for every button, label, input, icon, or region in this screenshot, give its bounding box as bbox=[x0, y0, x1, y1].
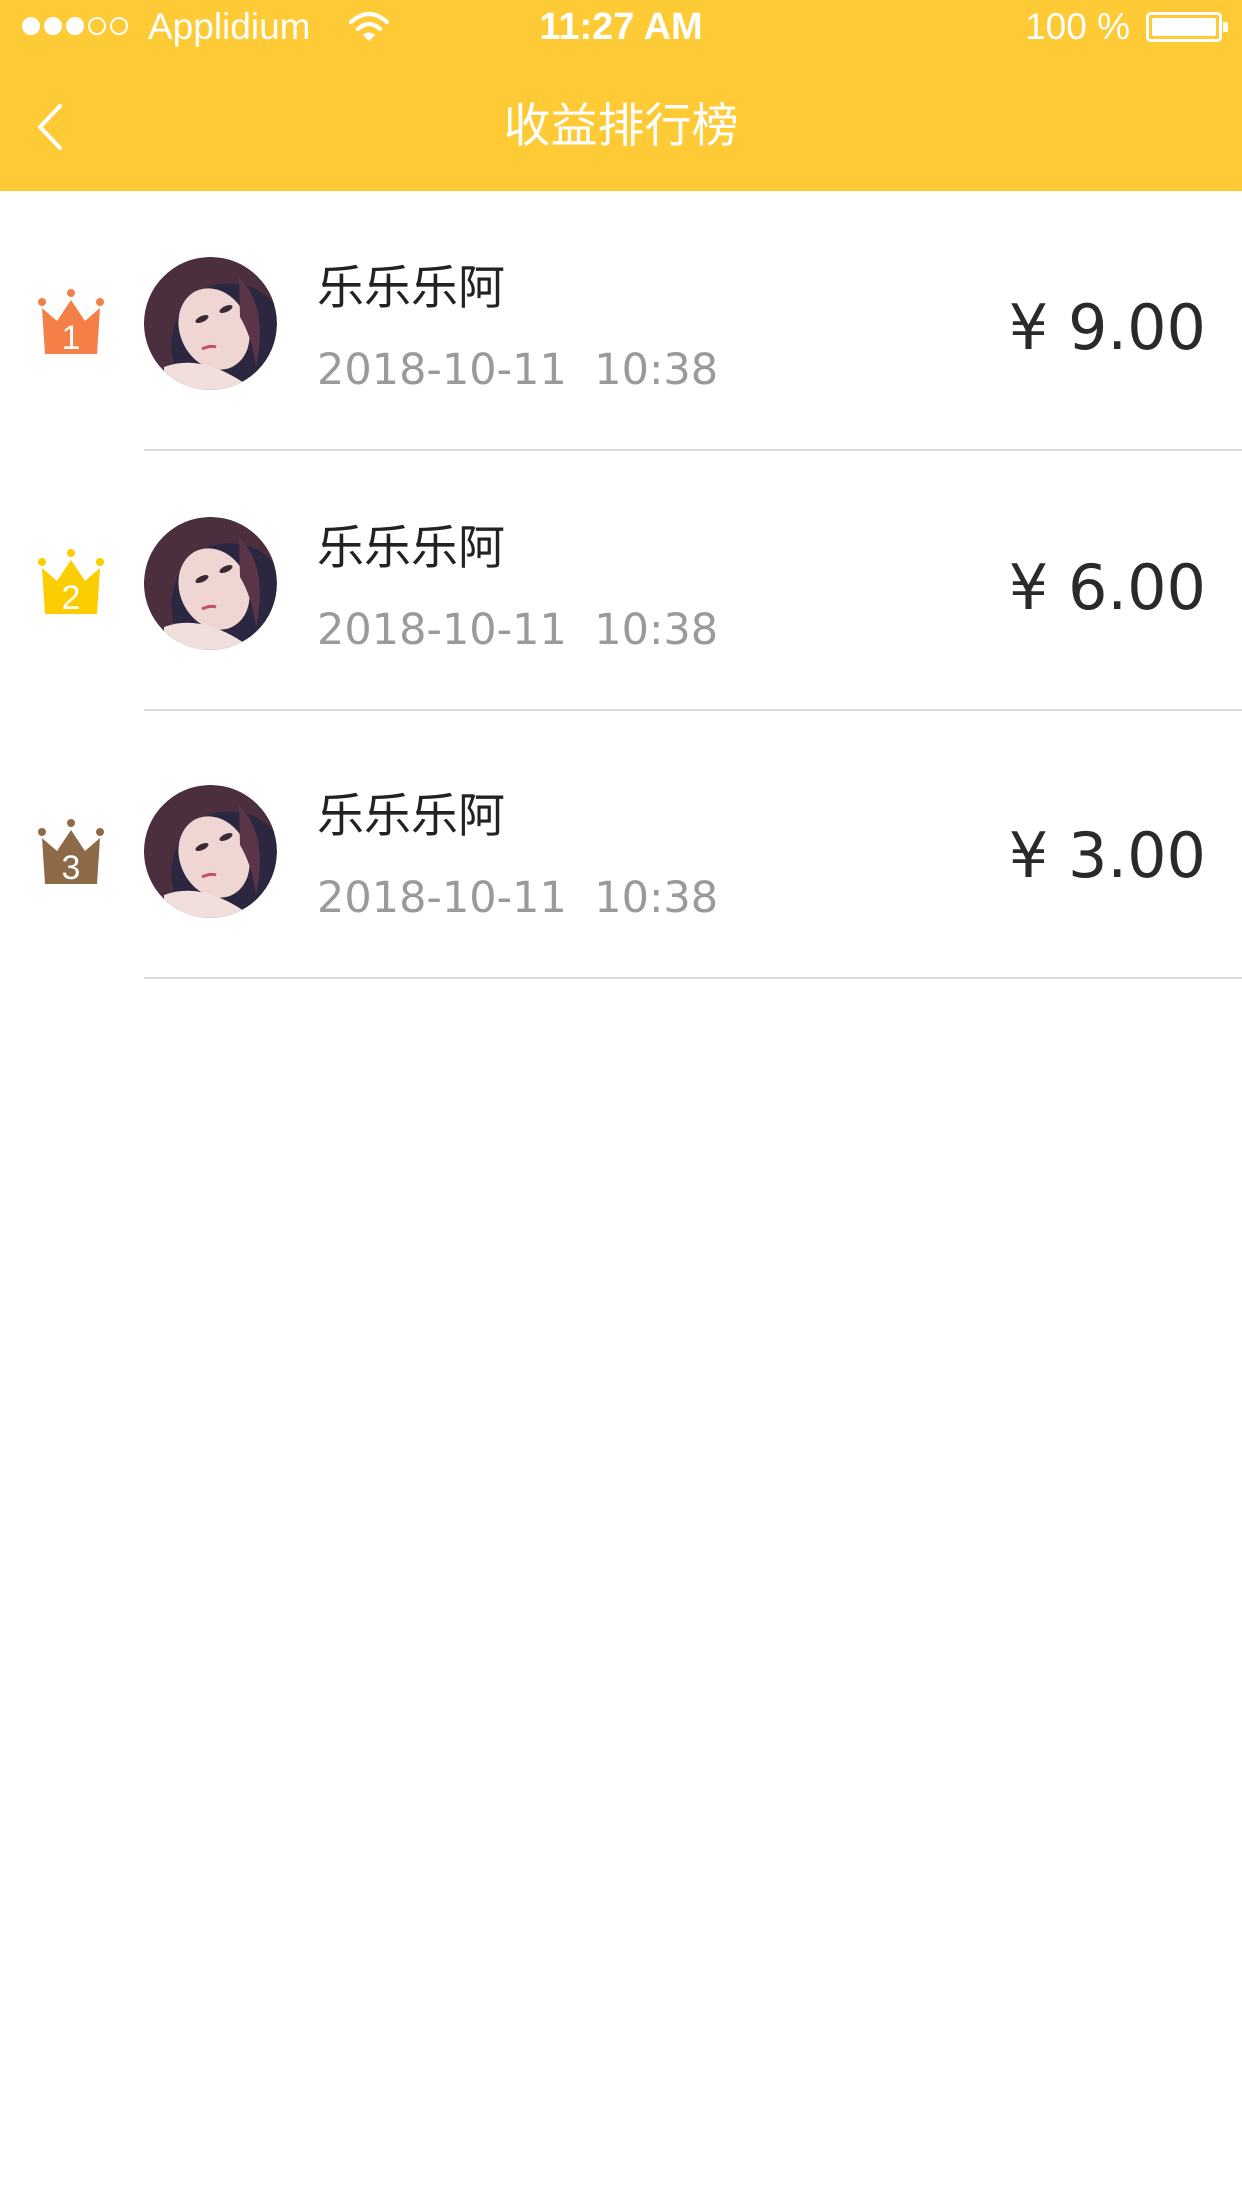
avatar bbox=[144, 257, 277, 390]
user-name: 乐乐乐阿 bbox=[317, 521, 505, 576]
ranking-list: 1 乐乐乐阿 2018-10-11 10:38 ¥ 9.00 2 乐乐乐阿 20… bbox=[0, 191, 1242, 979]
avatar bbox=[144, 785, 277, 918]
user-name: 乐乐乐阿 bbox=[317, 261, 505, 316]
avatar bbox=[144, 517, 277, 650]
ranking-row[interactable]: 2 乐乐乐阿 2018-10-11 10:38 ¥ 6.00 bbox=[0, 451, 1242, 711]
earnings-amount: ¥ 6.00 bbox=[1008, 551, 1206, 624]
rank-number: 3 bbox=[62, 849, 81, 884]
status-bar: Applidium 11:27 AM 100 % bbox=[0, 0, 1242, 54]
ranking-row[interactable]: 3 乐乐乐阿 2018-10-11 10:38 ¥ 3.00 bbox=[0, 711, 1242, 979]
timestamp: 2018-10-11 10:38 bbox=[317, 345, 719, 395]
rank-number: 1 bbox=[62, 319, 81, 354]
crown-rank-2-icon: 2 bbox=[38, 549, 104, 614]
crown-rank-1-icon: 1 bbox=[38, 289, 104, 354]
timestamp: 2018-10-11 10:38 bbox=[317, 605, 719, 655]
page-title: 收益排行榜 bbox=[503, 99, 739, 154]
battery-icon bbox=[1146, 12, 1228, 42]
user-name: 乐乐乐阿 bbox=[317, 789, 505, 844]
leaderboard-screen: Applidium 11:27 AM 100 % 收益排行榜 1 乐乐乐阿 20… bbox=[0, 0, 1242, 2208]
battery-percentage: 100 % bbox=[1025, 6, 1130, 47]
timestamp: 2018-10-11 10:38 bbox=[317, 873, 719, 923]
ranking-row[interactable]: 1 乐乐乐阿 2018-10-11 10:38 ¥ 9.00 bbox=[0, 191, 1242, 451]
divider bbox=[144, 977, 1242, 979]
crown-rank-3-icon: 3 bbox=[38, 819, 104, 884]
earnings-amount: ¥ 3.00 bbox=[1008, 819, 1206, 892]
rank-number: 2 bbox=[62, 579, 81, 614]
earnings-amount: ¥ 9.00 bbox=[1008, 291, 1206, 364]
header: Applidium 11:27 AM 100 % 收益排行榜 bbox=[0, 0, 1242, 191]
